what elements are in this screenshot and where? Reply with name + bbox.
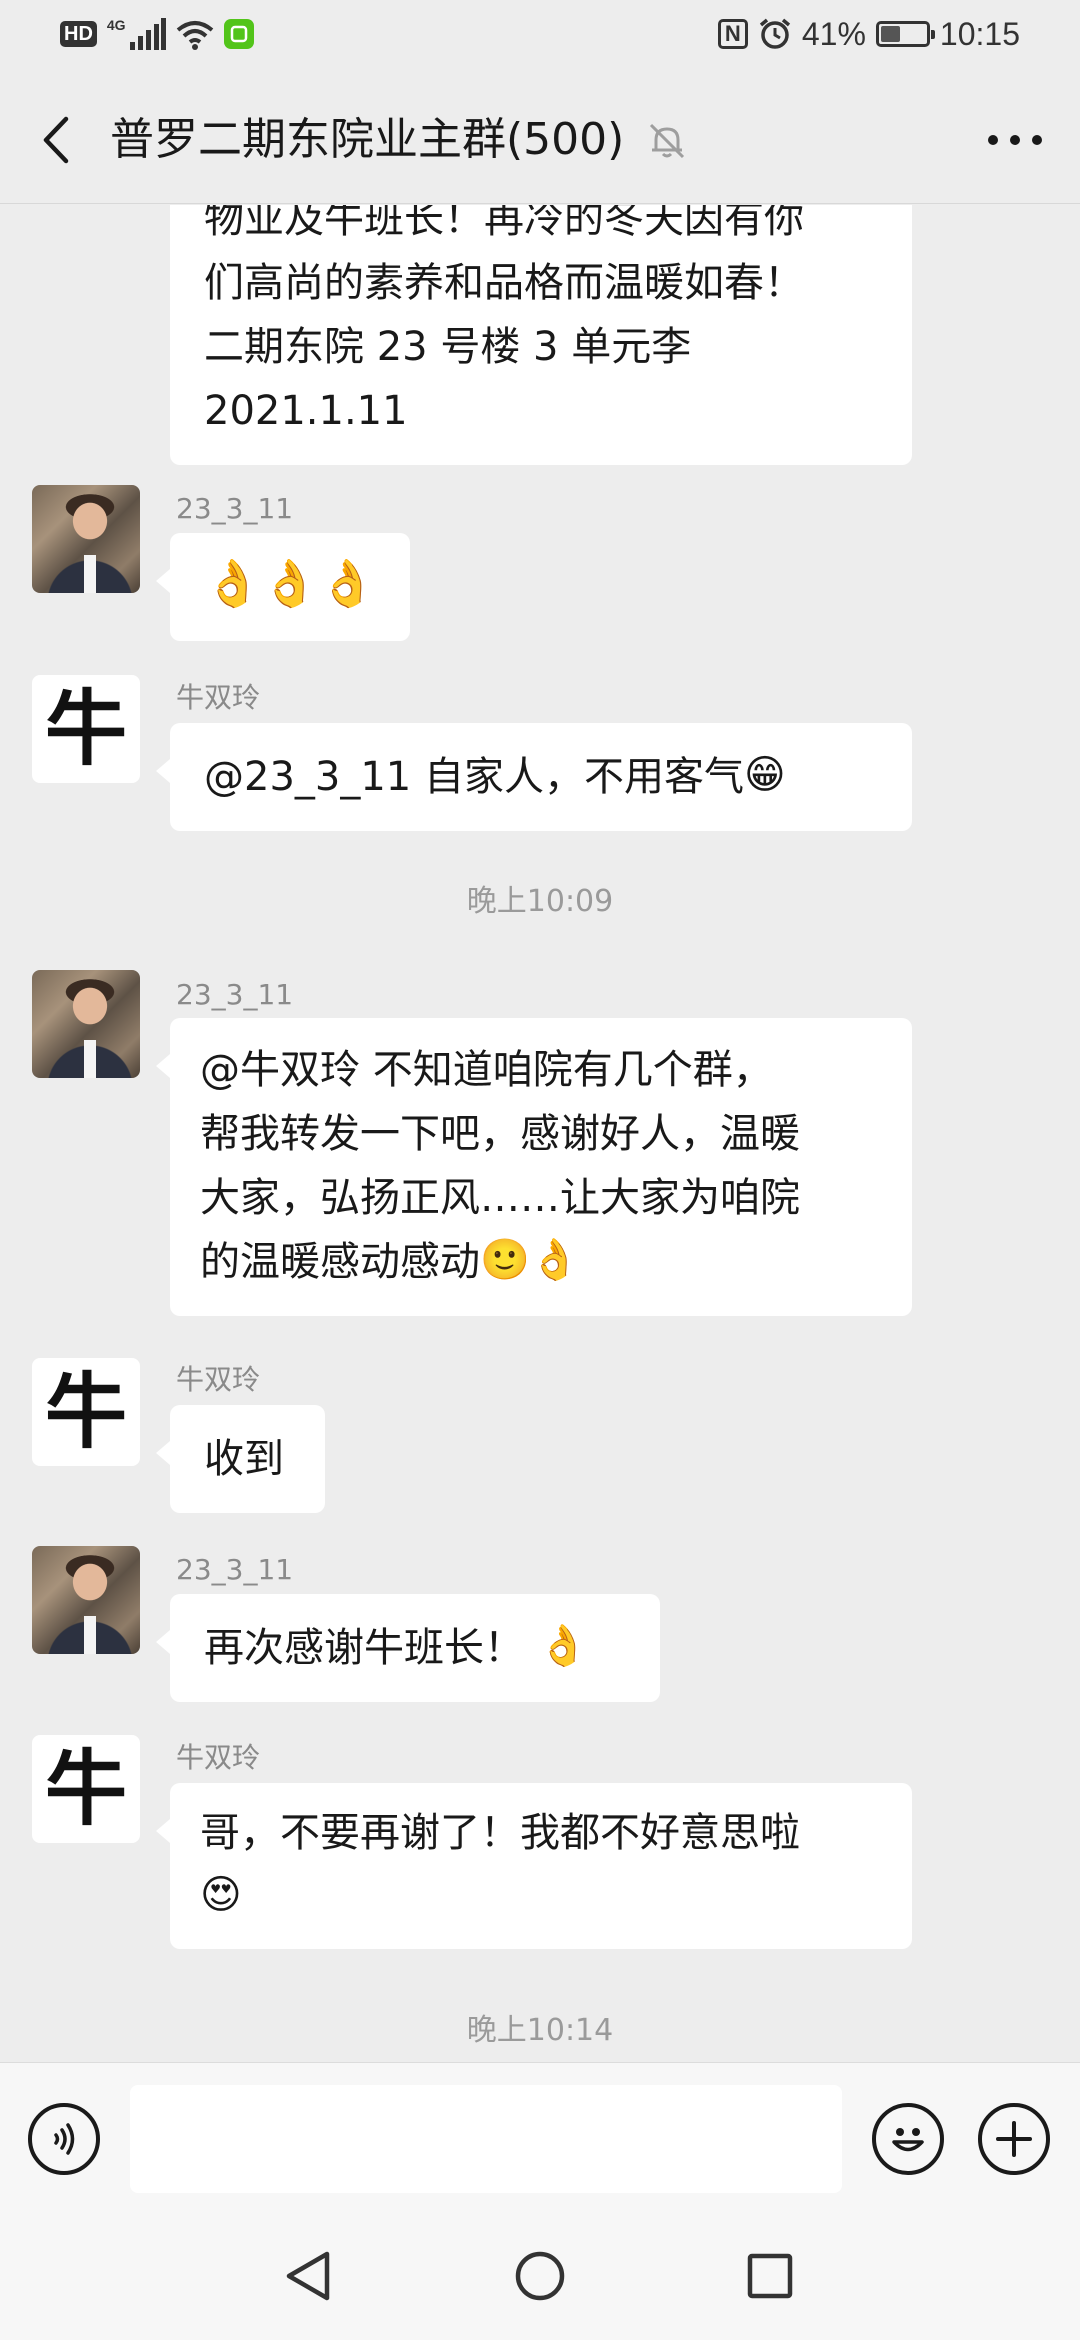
- avatar[interactable]: 牛: [32, 1735, 140, 1843]
- emoji-icon: [892, 2128, 924, 2152]
- back-triangle-icon: [286, 2251, 330, 2301]
- sender-name: 牛双玲: [176, 681, 261, 714]
- more-horizontal-icon: [988, 135, 1042, 145]
- alarm-icon: [759, 18, 790, 49]
- nav-back-button[interactable]: [276, 2244, 340, 2308]
- message-bubble[interactable]: 收到: [156, 1405, 325, 1513]
- avatar-char: 牛: [44, 1741, 127, 1837]
- system-nav-bar: [0, 2214, 1080, 2340]
- smile-ok-emoji: 🙂👌: [480, 1237, 580, 1283]
- chevron-left-icon: [43, 116, 69, 164]
- message-line: 大家，弘扬正风……让大家为咱院: [200, 1175, 800, 1221]
- message-text: 哥，不要再谢了！我都不好意思啦: [200, 1810, 800, 1856]
- timestamp: 晚上10:09: [466, 884, 614, 919]
- bell-off-icon: [649, 123, 685, 159]
- sender-name: 23_3_11: [176, 492, 294, 525]
- battery-percent: 41%: [801, 16, 866, 52]
- hd-badge: HD: [60, 21, 97, 47]
- wifi-icon: [176, 21, 213, 50]
- message-bubble[interactable]: 再次感谢牛班长！ 👌: [156, 1594, 660, 1702]
- status-left-icons: HD 4G: [60, 18, 254, 50]
- ok-hand-emoji: 👌: [538, 1623, 588, 1669]
- voice-icon: [54, 2123, 75, 2155]
- avatar-char: 牛: [44, 1364, 127, 1460]
- message-bubble[interactable]: @牛双玲 不知道咱院有几个群， 帮我转发一下吧，感谢好人，温暖 大家，弘扬正风……: [156, 1018, 912, 1316]
- battery-fill: [880, 26, 900, 42]
- message-line: 们高尚的素养和品格而温暖如春！: [204, 260, 804, 306]
- chat-title: 普罗二期东院业主群(500): [110, 114, 625, 165]
- avatar[interactable]: [32, 485, 140, 593]
- input-bar: [0, 2062, 1080, 2214]
- message-line: 帮我转发一下吧，感谢好人，温暖: [200, 1111, 800, 1157]
- ok-hand-emoji: 👌👌👌: [204, 555, 376, 610]
- back-button[interactable]: [30, 112, 80, 168]
- clock: 10:15: [939, 16, 1020, 52]
- avatar[interactable]: [32, 970, 140, 1078]
- sender-name: 牛双玲: [176, 1741, 261, 1774]
- battery-icon: [875, 21, 935, 47]
- plus-circle-icon: [996, 2121, 1032, 2157]
- timestamp: 晚上10:14: [466, 2013, 614, 2048]
- grin-emoji: 😁: [743, 752, 786, 798]
- sender-name: 23_3_11: [176, 978, 294, 1011]
- nav-home-button[interactable]: [508, 2244, 572, 2308]
- nav-recents-button[interactable]: [738, 2244, 802, 2308]
- signal-icon: [129, 18, 166, 50]
- plus-button[interactable]: [978, 2103, 1050, 2175]
- message-bubble[interactable]: 哥，不要再谢了！我都不好意思啦 😍: [156, 1783, 912, 1949]
- message-bubble[interactable]: 👌👌👌: [156, 533, 410, 641]
- message-bubble[interactable]: @23_3_11 自家人，不用客气😁: [156, 723, 912, 831]
- avatar[interactable]: 牛: [32, 675, 140, 783]
- chat-header: 普罗二期东院业主群(500): [0, 76, 1080, 204]
- message-line: 物业及牛班长！再冷的冬天因有你: [204, 205, 804, 242]
- status-right-icons: N 41% 10:15: [717, 14, 1020, 54]
- message-line: 2021.1.11: [204, 388, 408, 434]
- message-text: 的温暖感动感动: [200, 1239, 480, 1285]
- more-button[interactable]: [980, 112, 1050, 168]
- avatar[interactable]: 牛: [32, 1358, 140, 1466]
- status-bar: HD 4G N 41% 10:15: [0, 0, 1080, 76]
- message-text: 再次感谢牛班长！: [204, 1625, 524, 1671]
- network-type: 4G: [106, 17, 126, 33]
- message-input[interactable]: [130, 2085, 842, 2193]
- wechat-notification-icon: [223, 19, 254, 49]
- message-bubble[interactable]: 物业及牛班长！再冷的冬天因有你 们高尚的素养和品格而温暖如春！ 二期东院 23 …: [170, 205, 912, 465]
- sender-name: 23_3_11: [176, 1553, 294, 1586]
- emoji-button[interactable]: [872, 2103, 944, 2175]
- avatar[interactable]: [32, 1546, 140, 1654]
- message-list[interactable]: 物业及牛班长！再冷的冬天因有你 们高尚的素养和品格而温暖如春！ 二期东院 23 …: [0, 205, 1080, 2062]
- home-circle-icon: [515, 2251, 565, 2301]
- message-line: 的温暖感动感动🙂👌: [200, 1230, 882, 1296]
- voice-button[interactable]: [28, 2103, 100, 2175]
- sender-name: 牛双玲: [176, 1363, 261, 1396]
- message-line: 😍: [200, 1865, 882, 1931]
- message-text: @23_3_11 自家人，不用客气: [204, 754, 744, 800]
- avatar-char: 牛: [44, 681, 127, 777]
- message-line: @牛双玲 不知道咱院有几个群，: [200, 1047, 773, 1093]
- message-text: 收到: [204, 1436, 284, 1482]
- message-line: 二期东院 23 号楼 3 单元李: [204, 324, 692, 370]
- heart-eyes-emoji: 😍: [200, 1872, 242, 1918]
- nfc-icon: N: [717, 19, 748, 49]
- recents-square-icon: [747, 2253, 793, 2299]
